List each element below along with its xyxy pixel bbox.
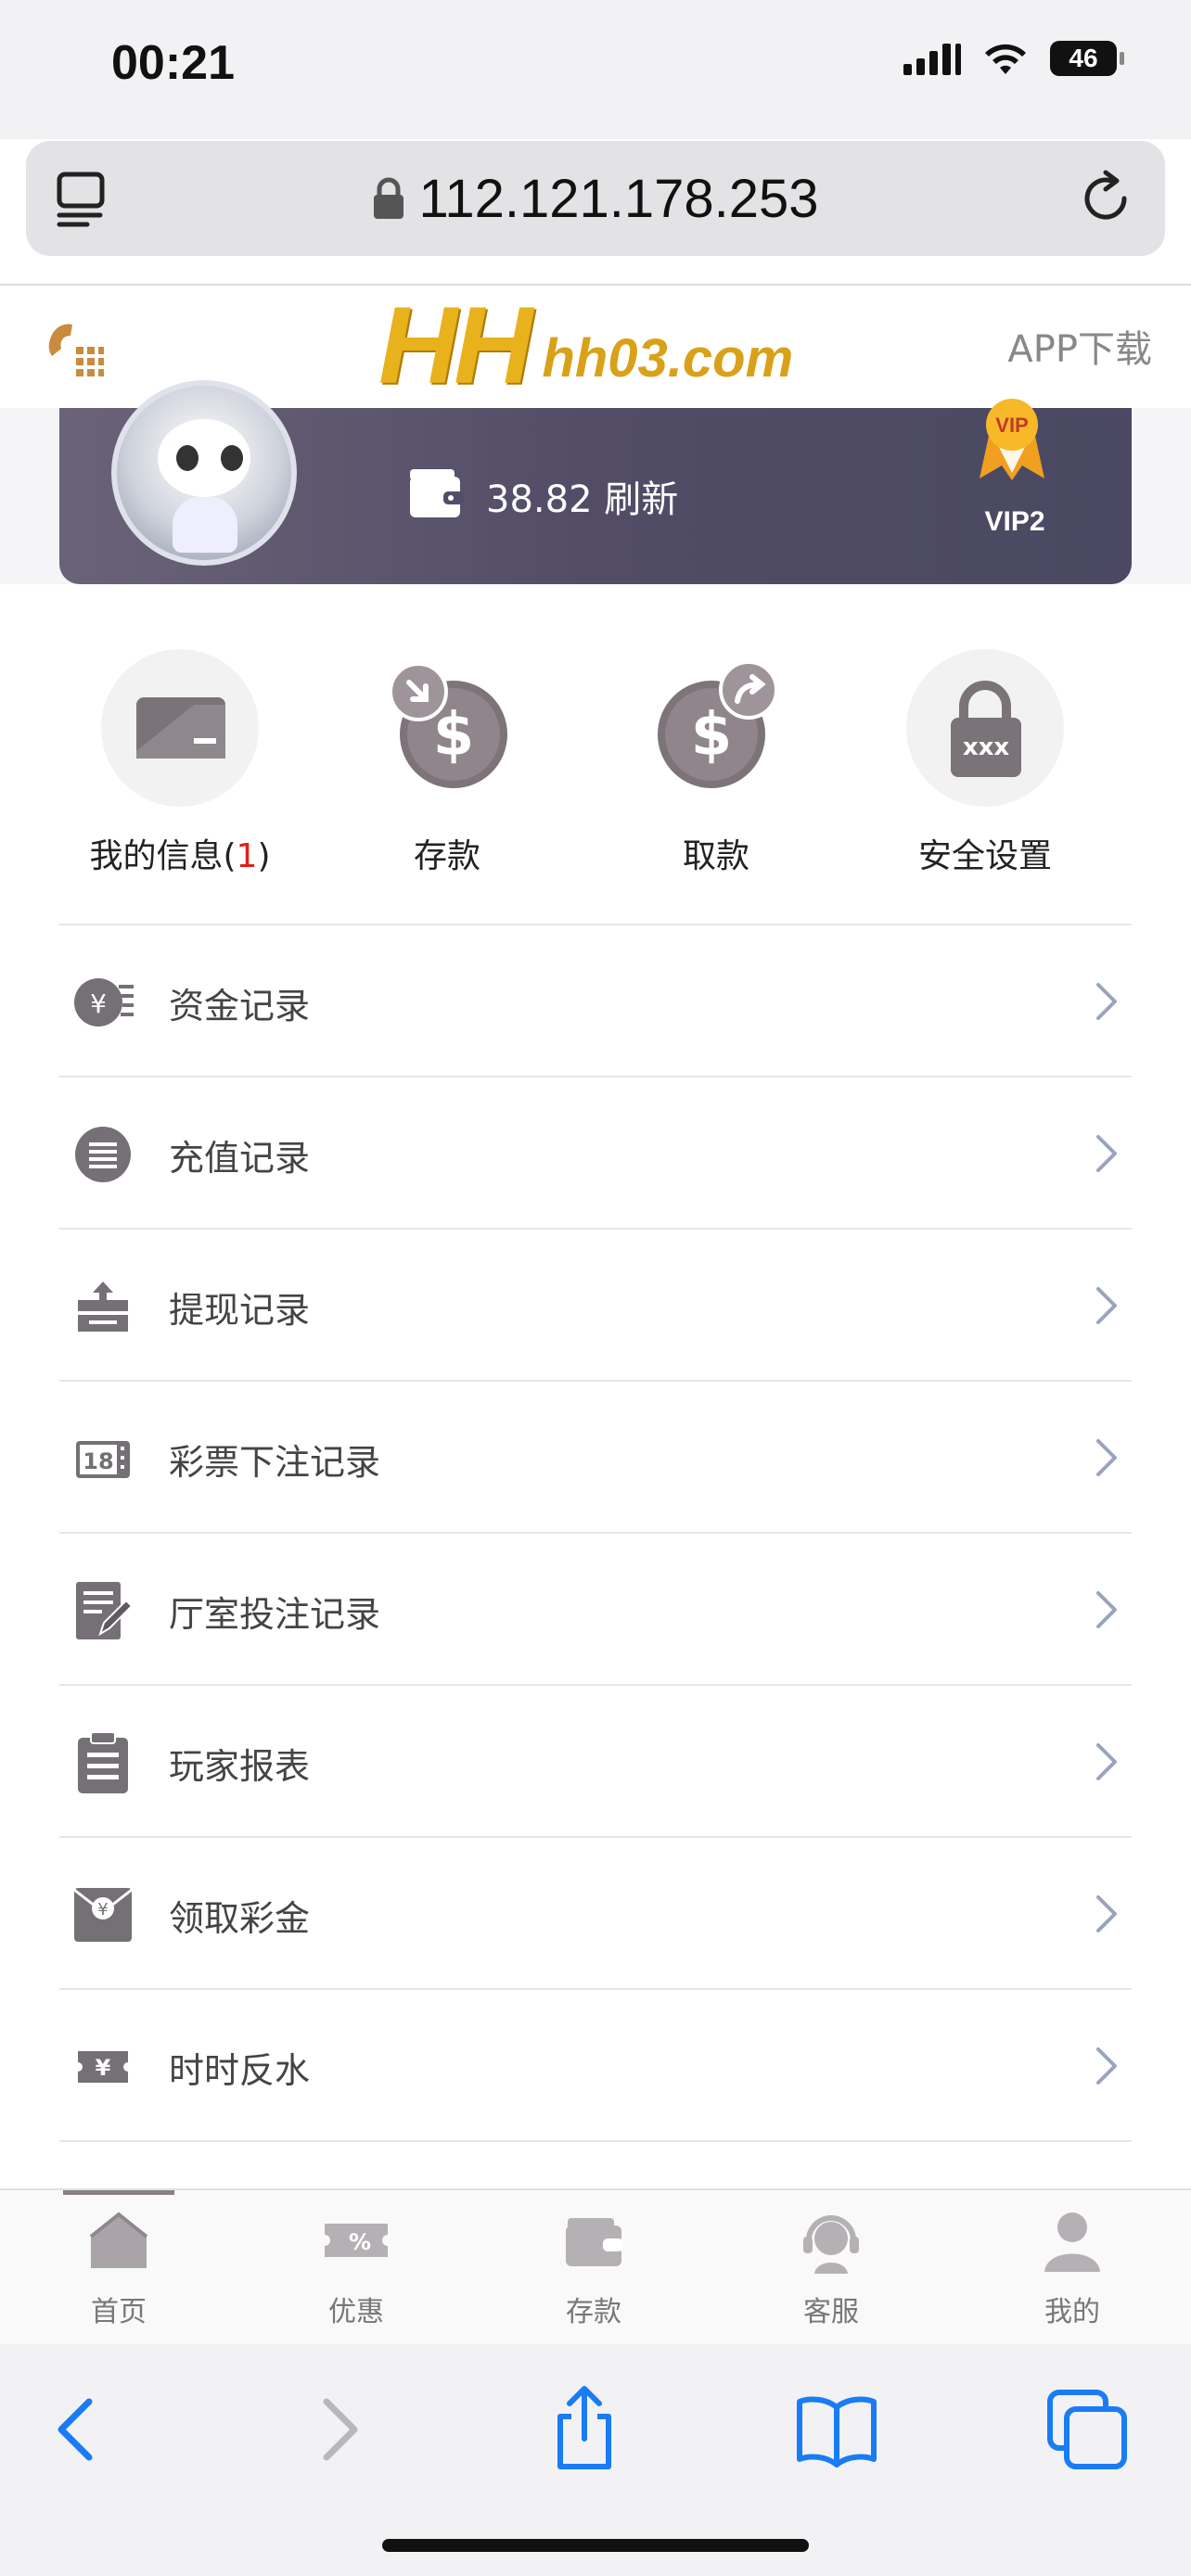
- lottery-ticket-icon: 18: [76, 1441, 130, 1478]
- svg-text:¥: ¥: [97, 1900, 108, 1919]
- reload-icon[interactable]: [1074, 167, 1137, 230]
- tab-support[interactable]: 客服: [712, 2205, 950, 2329]
- quick-action-messages[interactable]: 我的信息(1): [59, 649, 301, 877]
- support-agent-icon: [803, 2215, 859, 2274]
- list-item[interactable]: ¥ 领取彩金: [59, 1838, 1132, 1990]
- tab-home[interactable]: 首页: [0, 2205, 237, 2329]
- mail-icon: [136, 697, 225, 759]
- padlock-icon: xxx: [951, 681, 1021, 777]
- record-menu-list: ¥ 资金记录 充值记录 提现记录 18 彩票下注记录 厅室投注记录 玩家报表 ¥…: [59, 925, 1132, 2142]
- app-download-link[interactable]: APP下载: [1007, 319, 1152, 373]
- tab-profile[interactable]: 我的: [954, 2205, 1191, 2329]
- svg-text:VIP: VIP: [995, 414, 1028, 437]
- clipboard-icon: [78, 1732, 128, 1793]
- chevron-right-icon: [1096, 1439, 1117, 1476]
- back-icon[interactable]: [33, 2385, 122, 2474]
- chevron-right-icon: [1096, 1895, 1117, 1932]
- url-text[interactable]: 112.121.178.253: [418, 168, 818, 230]
- coupon-icon: %: [325, 2224, 388, 2257]
- svg-text:¥: ¥: [96, 2055, 111, 2081]
- battery-icon: 46: [1050, 41, 1124, 76]
- status-icons: 46: [903, 41, 1124, 76]
- list-circle-icon: [75, 1127, 131, 1182]
- list-item[interactable]: 充值记录: [59, 1078, 1132, 1230]
- site-logo[interactable]: HH hh03.com: [378, 285, 794, 407]
- wallet-icon: [566, 2218, 623, 2266]
- avatar[interactable]: [111, 380, 297, 566]
- bookmarks-icon[interactable]: [792, 2385, 881, 2474]
- address-bar[interactable]: 112.121.178.253: [26, 141, 1165, 256]
- chevron-right-icon: [1096, 1743, 1117, 1780]
- balance-amount: 38.82: [486, 478, 593, 521]
- lock-icon: [374, 177, 404, 219]
- chevron-right-icon: [1096, 1135, 1117, 1172]
- wallet-icon: [410, 469, 464, 517]
- list-item[interactable]: 玩家报表: [59, 1686, 1132, 1838]
- cellular-signal-icon: [903, 42, 961, 75]
- home-icon: [89, 2212, 148, 2268]
- tab-deposit[interactable]: 存款: [475, 2205, 712, 2329]
- quick-action-withdraw[interactable]: $ 取款: [596, 649, 837, 877]
- list-item[interactable]: ¥ 资金记录: [59, 925, 1132, 1078]
- share-icon[interactable]: [540, 2385, 629, 2474]
- list-item[interactable]: 厅室投注记录: [59, 1534, 1132, 1686]
- phone-keypad-icon[interactable]: [45, 319, 106, 380]
- list-item[interactable]: 18 彩票下注记录: [59, 1382, 1132, 1534]
- red-envelope-icon: ¥: [73, 1888, 133, 1942]
- logo-domain: hh03.com: [542, 328, 794, 389]
- svg-text:%: %: [349, 2229, 371, 2255]
- chevron-right-icon: [1096, 983, 1117, 1020]
- svg-text:$: $: [691, 701, 733, 770]
- quick-action-deposit[interactable]: $ 存款: [327, 649, 568, 877]
- tab-promotions[interactable]: % 优惠: [237, 2205, 475, 2329]
- tab-indicator: [63, 2190, 174, 2195]
- forward-icon[interactable]: [293, 2385, 382, 2474]
- user-card: 38.82 刷新 VIP VIP2: [59, 380, 1132, 584]
- svg-text:xxx: xxx: [963, 733, 1010, 761]
- svg-text:18: 18: [83, 1448, 113, 1474]
- quick-action-security[interactable]: xxx 安全设置: [864, 649, 1106, 877]
- status-time: 00:21: [111, 36, 235, 90]
- list-item[interactable]: ¥ 时时反水: [59, 1990, 1132, 2142]
- quick-actions: 我的信息(1) $ 存款 $ 取款 xxx 安全设置: [59, 649, 1132, 927]
- bottom-tab-bar: 首页 % 优惠 存款 客服 我的: [0, 2188, 1191, 2344]
- chevron-right-icon: [1096, 2047, 1117, 2085]
- status-bar: 00:21 46: [0, 0, 1191, 139]
- wifi-icon: [985, 44, 1026, 74]
- list-item[interactable]: 提现记录: [59, 1230, 1132, 1382]
- tabs-icon[interactable]: [1043, 2385, 1132, 2474]
- vip-level: VIP2: [984, 506, 1045, 537]
- balance-row: 38.82 刷新: [486, 469, 678, 523]
- chevron-right-icon: [1096, 1287, 1117, 1324]
- svg-text:¥: ¥: [90, 988, 107, 1019]
- refresh-button[interactable]: 刷新: [604, 478, 678, 521]
- withdraw-tray-icon: [78, 1282, 128, 1332]
- home-indicator: [382, 2539, 809, 2552]
- unread-count: 1: [236, 837, 258, 875]
- logo-mark: HH: [378, 285, 532, 407]
- yen-ticket-icon: ¥: [78, 2051, 128, 2083]
- deposit-coin-icon: $: [389, 662, 507, 788]
- edit-document-icon: [76, 1582, 134, 1639]
- chevron-right-icon: [1096, 1591, 1117, 1628]
- user-icon: [1044, 2213, 1100, 2272]
- withdraw-coin-icon: $: [658, 660, 778, 788]
- vip-medal-icon: VIP: [980, 399, 1044, 480]
- yen-ledger-icon: ¥: [74, 978, 134, 1027]
